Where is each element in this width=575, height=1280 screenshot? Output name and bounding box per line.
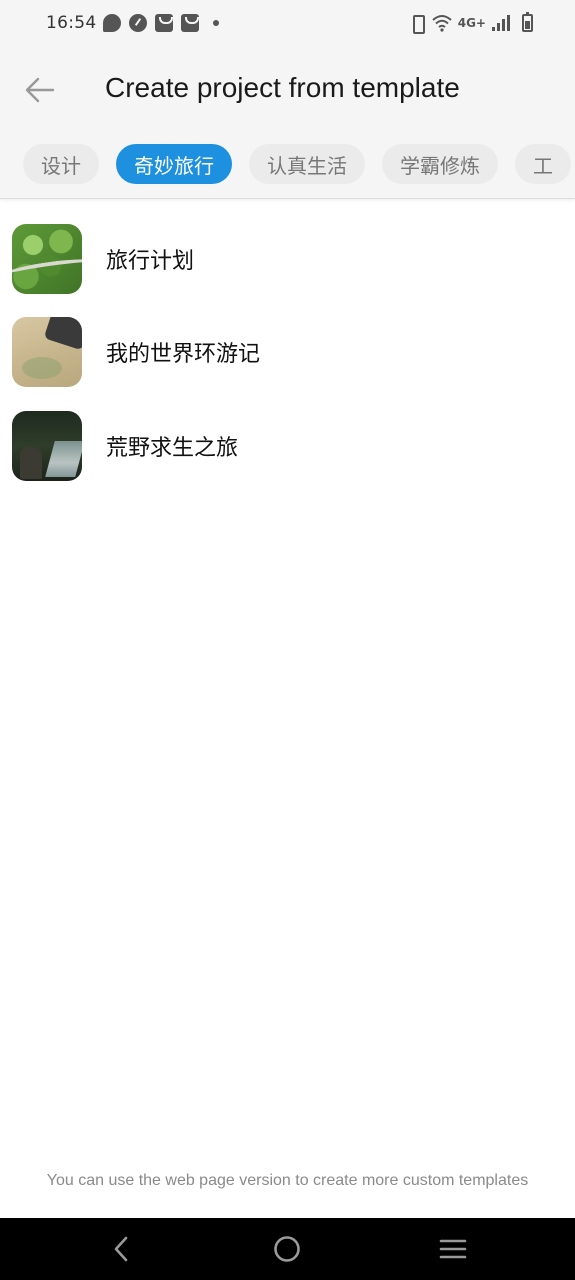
system-icons: 4G+ [408,12,533,34]
tab-label: 设计 [41,153,81,178]
tab-label: 认真生活 [267,153,347,178]
nav-back-button[interactable] [104,1234,138,1264]
tab-label: 奇妙旅行 [134,153,214,178]
wild-waterfall-image [12,410,82,481]
tab-label: 工 [533,153,553,178]
navigation-bar [0,1218,575,1280]
tab-wonderful-travel[interactable]: 奇妙旅行 [116,144,232,184]
menu-nav-icon [439,1239,467,1259]
wifi-icon [432,15,452,32]
tab-label: 学霸修炼 [400,153,480,178]
tab-study-training[interactable]: 学霸修炼 [382,144,498,184]
chat-icon [103,14,121,32]
category-tabs: 设计 奇妙旅行 认真生活 学霸修炼 工 [0,132,575,199]
template-label: 荒野求生之旅 [106,435,239,461]
forest-road-image [12,223,82,294]
arrow-left-icon [25,77,55,103]
home-nav-icon [274,1236,300,1262]
signal-icon [492,15,510,31]
app-bar: Create project from template [0,48,575,132]
notification-icons [103,14,219,32]
template-label: 我的世界环游记 [106,342,261,368]
nav-home-button[interactable] [270,1234,304,1264]
tab-design[interactable]: 设计 [23,144,99,184]
template-list: 旅行计划 我的世界环游记 荒野求生之旅 [0,212,575,493]
gauge-icon [129,14,147,32]
bag-icon [155,14,173,32]
battery-icon [522,12,533,32]
tab-work[interactable]: 工 [515,144,571,184]
page-title: Create project from template [105,72,460,103]
bag-icon [181,14,199,32]
tab-serious-life[interactable]: 认真生活 [249,144,365,184]
footer-note: You can use the web page version to crea… [46,1172,529,1189]
template-item-travel-plan[interactable]: 旅行计划 [0,212,575,306]
status-bar: 16:54 4G+ [0,0,575,48]
template-item-world-tour[interactable]: 我的世界环游记 [0,306,575,400]
vibrate-icon [408,14,426,34]
map-camera-image [12,317,82,388]
dot-icon [213,20,219,26]
back-nav-icon [114,1236,128,1262]
back-button[interactable] [18,70,62,110]
status-time: 16:54 [46,13,97,33]
template-item-wilderness-survival[interactable]: 荒野求生之旅 [0,399,575,493]
network-type: 4G+ [457,16,486,30]
nav-menu-button[interactable] [436,1234,470,1264]
template-label: 旅行计划 [106,248,195,274]
